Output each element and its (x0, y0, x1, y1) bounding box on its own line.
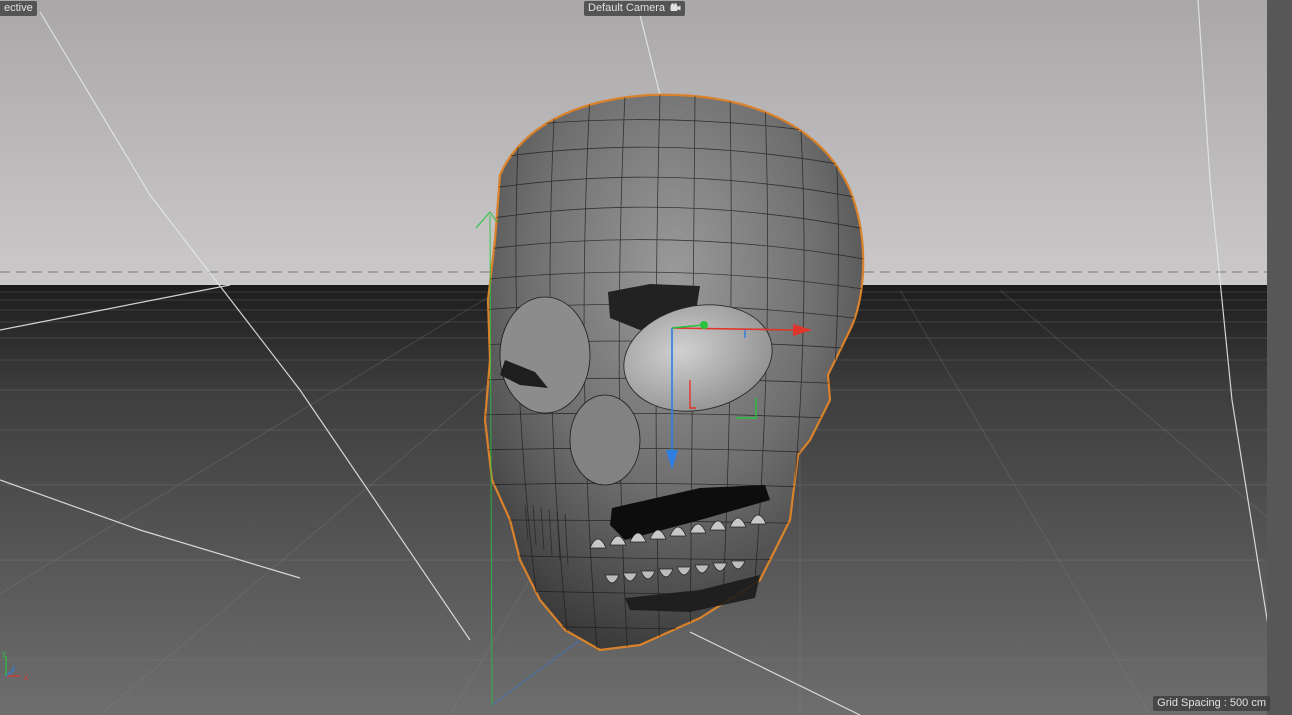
camera-icon[interactable] (670, 3, 681, 12)
view-mode-label[interactable]: ective (0, 1, 37, 16)
svg-text:z: z (12, 665, 16, 672)
viewport-right-edge (1267, 0, 1292, 715)
grid-spacing-text: Grid Spacing : 500 cm (1157, 697, 1266, 709)
scene-canvas[interactable] (0, 0, 1292, 715)
3d-viewport[interactable]: ective Default Camera y x z Grid Spacing… (0, 0, 1292, 715)
view-mode-text: ective (4, 2, 33, 14)
svg-text:y: y (2, 649, 6, 658)
camera-selector[interactable]: Default Camera (584, 1, 686, 16)
svg-text:x: x (24, 673, 28, 682)
world-axis-indicator-icon: y x z (2, 649, 28, 682)
camera-name-text: Default Camera (588, 2, 666, 14)
grid-spacing-readout: Grid Spacing : 500 cm (1153, 696, 1270, 711)
left-cheekbone (499, 296, 591, 414)
nose-bulge (569, 394, 641, 486)
gizmo-y-handle[interactable] (700, 321, 708, 329)
